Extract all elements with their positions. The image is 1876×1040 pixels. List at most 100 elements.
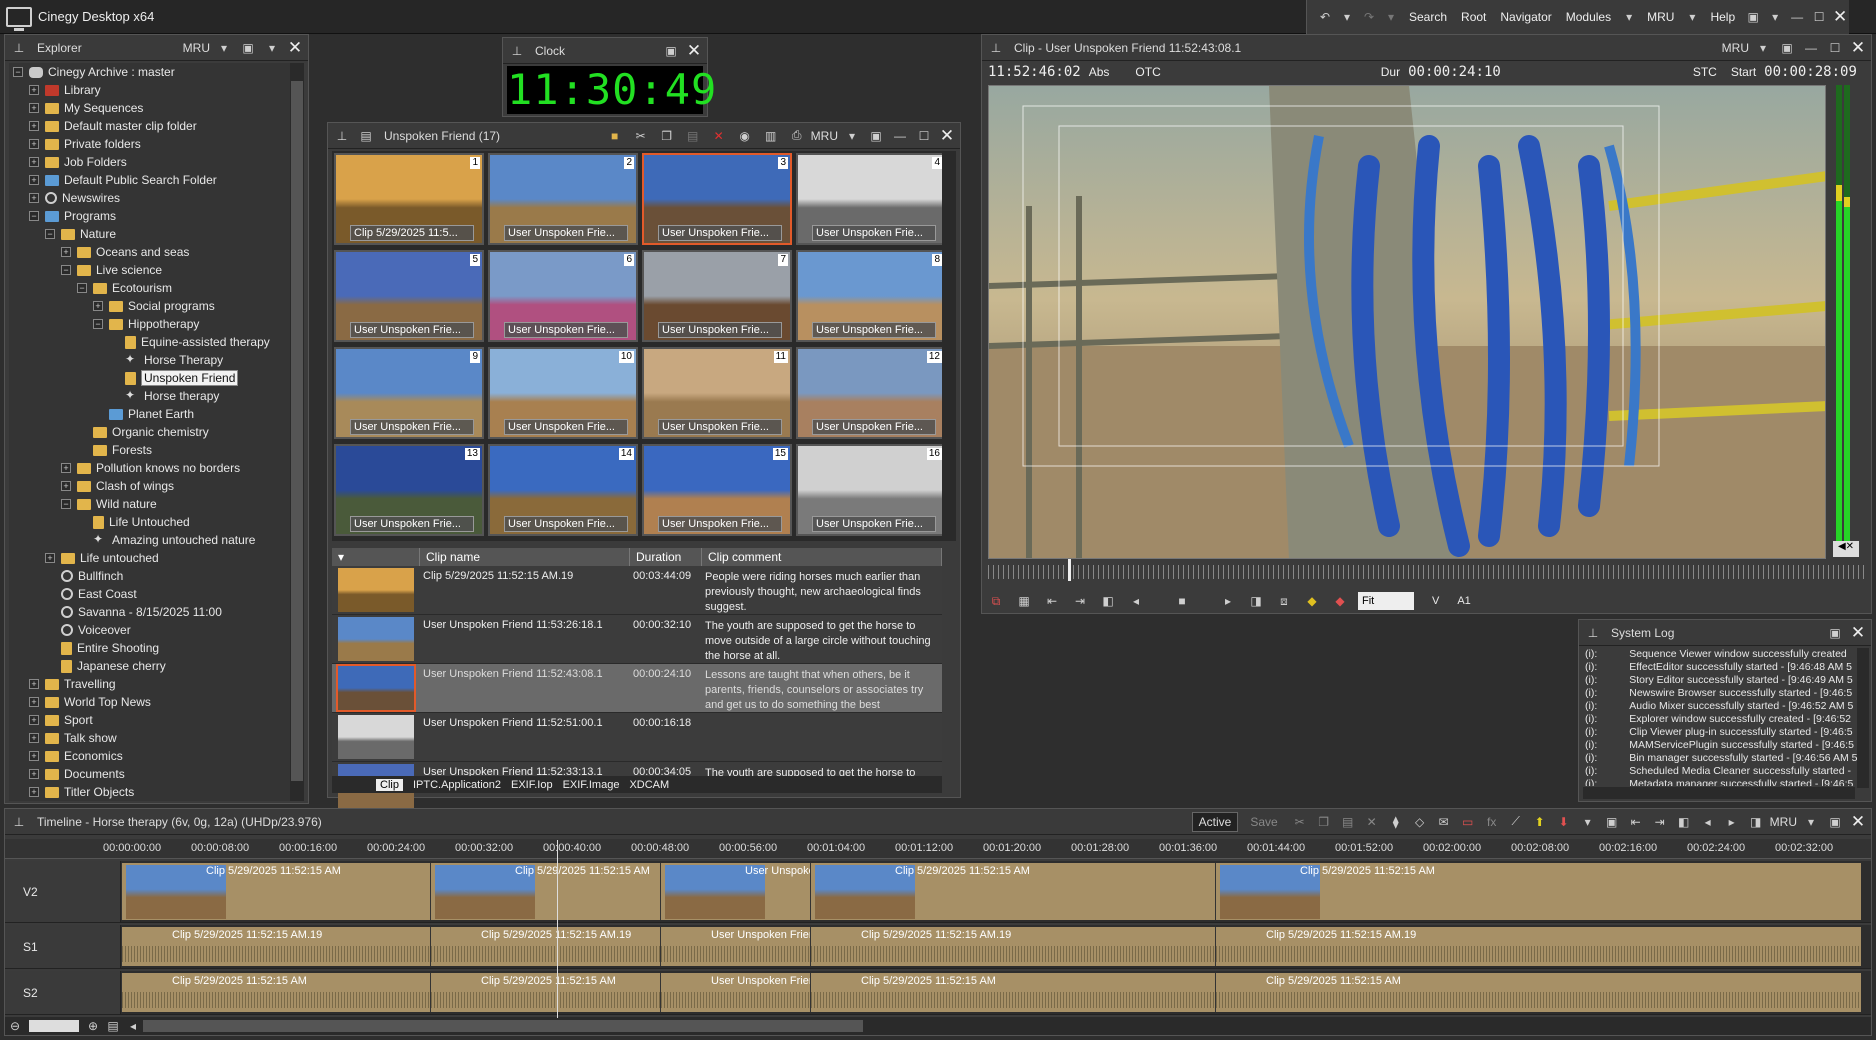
expand-icon[interactable]: + [93, 301, 103, 311]
log-v-scrollbar[interactable] [1857, 648, 1869, 788]
tree-node[interactable]: − Wild nature [9, 495, 293, 513]
zoom-select[interactable]: Fit [1358, 592, 1414, 610]
stop-icon[interactable]: ■ [1172, 591, 1192, 611]
expand-icon[interactable]: + [61, 463, 71, 473]
go-to-in-icon[interactable]: ⇤ [1042, 591, 1062, 611]
menu-modules[interactable]: Modules [1560, 0, 1617, 34]
menu-search[interactable]: Search [1403, 0, 1453, 34]
collapse-icon[interactable]: − [61, 499, 71, 509]
tree-node[interactable]: − Live science [9, 261, 293, 279]
clip-thumbnail[interactable]: 1 Clip 5/29/2025 11:5... [334, 153, 484, 245]
close-icon[interactable]: ✕ [1849, 38, 1867, 58]
paste-icon[interactable]: ▤ [1338, 812, 1358, 832]
expand-icon[interactable]: + [29, 85, 39, 95]
audio-channel[interactable]: A1 [1457, 595, 1470, 607]
collapse-icon[interactable]: − [77, 283, 87, 293]
expand-icon[interactable]: + [29, 121, 39, 131]
active-button[interactable]: Active [1191, 811, 1239, 832]
mru-dropdown-icon[interactable]: ▾ [1801, 812, 1821, 832]
clip-thumbnail[interactable]: 2 User Unspoken Frie... [488, 153, 638, 245]
remove-icon[interactable]: ▭ [1458, 812, 1478, 832]
col-clip-comment[interactable]: Clip comment [702, 548, 942, 566]
mark-out-icon[interactable]: ◨ [1746, 812, 1766, 832]
expand-icon[interactable]: + [29, 715, 39, 725]
clip-thumbnail[interactable]: 3 User Unspoken Frie... [642, 153, 792, 245]
collapse-icon[interactable]: − [61, 265, 71, 275]
timeline-clip[interactable]: Clip 5/29/2025 11:52:15 AM.19 [1215, 927, 1861, 966]
minimize-icon[interactable]: — [1801, 38, 1821, 58]
expand-icon[interactable]: + [29, 139, 39, 149]
grid-icon[interactable]: ▦ [1014, 591, 1034, 611]
go-to-out-icon[interactable]: ⇥ [1650, 812, 1670, 832]
step-back-icon[interactable]: ◂ [1126, 591, 1146, 611]
pin-icon[interactable]: ⊥ [9, 812, 29, 832]
scroll-left-icon[interactable]: ◂ [123, 1016, 143, 1036]
tree-node[interactable]: + Travelling [9, 675, 293, 693]
minimize-icon[interactable]: — [890, 126, 910, 146]
tree-node[interactable]: Equine-assisted therapy [9, 333, 293, 351]
tree-node[interactable]: + Documents [9, 765, 293, 783]
timeline-clip[interactable]: Clip 5/29/2025 11:52:15 AM [810, 863, 1215, 920]
overlay-icon[interactable]: ⧈ [1274, 591, 1294, 611]
clip-thumbnail[interactable]: 13 User Unspoken Frie... [334, 444, 484, 536]
timeline-clip[interactable]: Clip 5/29/2025 11:52:15 AM.19 [810, 927, 1215, 966]
tree-node[interactable]: + Life untouched [9, 549, 293, 567]
fx-icon[interactable]: fx [1482, 812, 1502, 832]
clip-thumbnail[interactable]: 11 User Unspoken Frie... [642, 347, 792, 439]
video-channel[interactable]: V [1432, 595, 1439, 607]
tree-node[interactable]: + My Sequences [9, 99, 293, 117]
tree-node[interactable]: + Library [9, 81, 293, 99]
menu-help[interactable]: Help [1704, 0, 1741, 34]
mru-dropdown-icon[interactable]: ▾ [1753, 38, 1773, 58]
maximize-icon[interactable]: ☐ [1809, 7, 1829, 27]
mru-dropdown-icon[interactable]: ▾ [842, 126, 862, 146]
timeline-ruler[interactable]: 00:00:00:00 00:00:08:00 00:00:16:00 00:00:2… [5, 839, 1871, 859]
tree-node[interactable]: + Titler Objects [9, 783, 293, 801]
col-thumb[interactable]: ▾ [332, 548, 420, 566]
marker-icon[interactable]: ◆ [1302, 591, 1322, 611]
pin-icon[interactable]: ⊥ [9, 38, 29, 58]
tree-node[interactable]: + Economics [9, 747, 293, 765]
collapse-icon[interactable]: − [13, 67, 23, 77]
timeline-clip[interactable]: Clip 5/29/2025 11:52:15 AM [810, 973, 1215, 1012]
viewer-mru[interactable]: MRU [1722, 41, 1749, 55]
expand-icon[interactable]: + [29, 175, 39, 185]
tree-scrollbar[interactable] [290, 63, 304, 801]
layout-dropdown-icon[interactable]: ▾ [262, 38, 282, 58]
tree-node[interactable]: Organic chemistry [9, 423, 293, 441]
mark-in-icon[interactable]: ◧ [1098, 591, 1118, 611]
layout-icon[interactable]: ▣ [1743, 7, 1763, 27]
mark-out-icon[interactable]: ◨ [1246, 591, 1266, 611]
bin-mru[interactable]: MRU [811, 129, 838, 143]
close-icon[interactable]: ✕ [1849, 623, 1867, 643]
tree-node[interactable]: + World Top News [9, 693, 293, 711]
folder-icon[interactable]: ■ [605, 126, 625, 146]
tree-node[interactable]: + Private folders [9, 135, 293, 153]
marker-icon[interactable]: ◇ [1410, 812, 1430, 832]
tree-node[interactable]: − Ecotourism [9, 279, 293, 297]
abs-label[interactable]: Abs [1089, 65, 1110, 79]
tree-node[interactable]: + Default Public Search Folder [9, 171, 293, 189]
col-duration[interactable]: Duration [630, 548, 702, 566]
tree-node[interactable]: East Coast [9, 585, 293, 603]
zoom-out-icon[interactable]: ⊖ [5, 1016, 25, 1036]
tree-node[interactable]: Voiceover [9, 621, 293, 639]
clip-thumbnail[interactable]: 6 User Unspoken Frie... [488, 250, 638, 342]
clip-thumbnail[interactable]: 5 User Unspoken Frie... [334, 250, 484, 342]
split-icon[interactable]: ⧫ [1386, 812, 1406, 832]
collapse-icon[interactable]: − [29, 211, 39, 221]
undo-dropdown-icon[interactable]: ▾ [1337, 7, 1357, 27]
timeline-clip[interactable]: Clip 5/29/2025 11:52:15 AM [1215, 863, 1861, 920]
clip-thumbnail[interactable]: 10 User Unspoken Frie... [488, 347, 638, 439]
expand-icon[interactable]: + [29, 103, 39, 113]
track-label[interactable]: S2 [5, 971, 121, 1014]
tree-node[interactable]: + Oceans and seas [9, 243, 293, 261]
copy-icon[interactable]: ❐ [657, 126, 677, 146]
layout-icon[interactable]: ▣ [866, 126, 886, 146]
expand-icon[interactable]: + [29, 679, 39, 689]
columns-icon[interactable]: ▥ [761, 126, 781, 146]
layout-icon[interactable]: ▣ [238, 38, 258, 58]
expand-icon[interactable]: + [61, 481, 71, 491]
tree-node[interactable]: Forests [9, 441, 293, 459]
lock-icon[interactable]: ▣ [1602, 812, 1622, 832]
